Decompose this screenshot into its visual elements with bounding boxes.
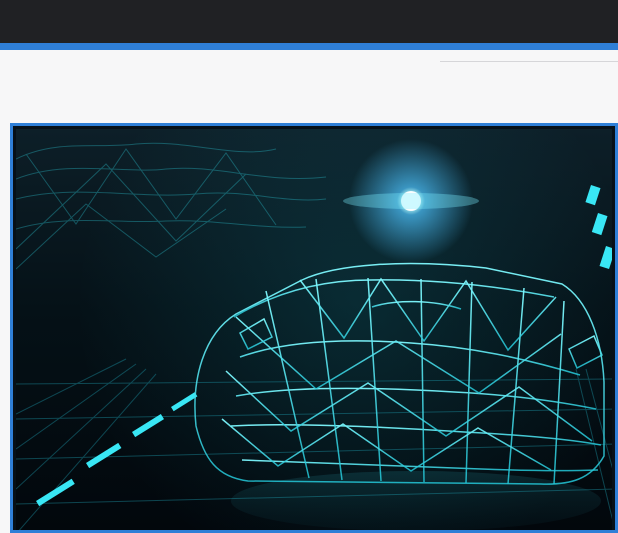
content-divider bbox=[440, 61, 618, 62]
featured-image-wireframe-car[interactable] bbox=[16, 129, 612, 530]
car-shadow-glow bbox=[231, 471, 601, 530]
wireframe-car-illustration bbox=[16, 142, 612, 530]
top-app-bar bbox=[0, 0, 618, 43]
header-accent-line bbox=[0, 43, 618, 50]
background-wire-terrain bbox=[16, 142, 327, 270]
headlight-flare bbox=[343, 191, 479, 211]
featured-image-frame[interactable] bbox=[10, 123, 618, 533]
wireframe-car bbox=[194, 262, 605, 485]
